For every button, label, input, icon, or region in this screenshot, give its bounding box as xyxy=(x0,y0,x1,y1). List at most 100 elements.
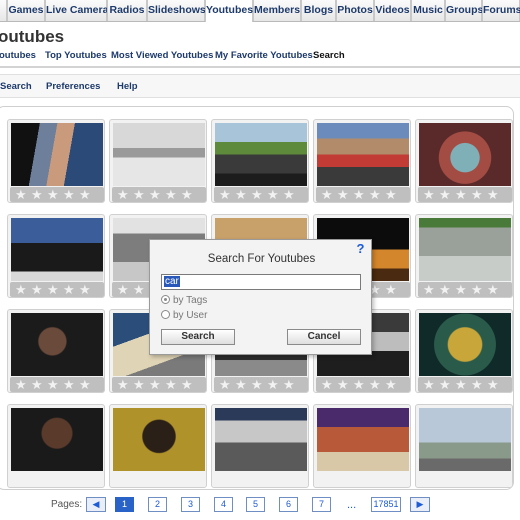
page-link-3[interactable]: 3 xyxy=(181,497,200,512)
search-input[interactable]: car xyxy=(161,274,361,290)
tab-music[interactable]: Music xyxy=(411,0,445,21)
subnav-most-viewed[interactable]: Most Viewed Youtubes xyxy=(111,50,213,61)
video-thumbnail[interactable]: ★ ★ ★ ★ ★ xyxy=(7,309,105,393)
page-link-last[interactable]: 17851 xyxy=(371,497,401,512)
star-rating[interactable]: ★ ★ ★ ★ ★ xyxy=(112,187,206,202)
tab-live-camera[interactable]: Live Camera xyxy=(45,0,108,21)
radio-dot-icon[interactable] xyxy=(161,310,170,319)
tab-prev-partial[interactable] xyxy=(0,0,7,21)
next-page-icon[interactable]: ▶ xyxy=(410,497,430,512)
star-icon[interactable]: ★ xyxy=(369,187,381,202)
thumbnail-image[interactable] xyxy=(11,408,103,471)
thumbnail-image[interactable] xyxy=(11,218,103,281)
star-icon[interactable]: ★ xyxy=(133,282,145,297)
star-icon[interactable]: ★ xyxy=(117,282,129,297)
star-icon[interactable]: ★ xyxy=(439,377,451,392)
toolbar-search[interactable]: Search xyxy=(0,81,32,92)
star-icon[interactable]: ★ xyxy=(267,377,279,392)
star-icon[interactable]: ★ xyxy=(471,187,483,202)
subnav-search[interactable]: Search xyxy=(313,50,345,61)
star-icon[interactable]: ★ xyxy=(455,282,467,297)
star-icon[interactable]: ★ xyxy=(15,187,27,202)
star-icon[interactable]: ★ xyxy=(15,377,27,392)
star-rating[interactable]: ★ ★ ★ ★ ★ xyxy=(418,282,512,297)
star-icon[interactable]: ★ xyxy=(47,282,59,297)
cancel-button[interactable]: Cancel xyxy=(287,329,361,345)
subnav-youtubes[interactable]: outubes xyxy=(0,50,36,61)
star-rating[interactable]: ★ ★ ★ ★ ★ xyxy=(316,187,410,202)
star-icon[interactable]: ★ xyxy=(31,377,43,392)
star-icon[interactable]: ★ xyxy=(47,187,59,202)
star-icon[interactable]: ★ xyxy=(47,377,59,392)
star-icon[interactable]: ★ xyxy=(487,187,499,202)
page-link-5[interactable]: 5 xyxy=(246,497,265,512)
star-icon[interactable]: ★ xyxy=(117,377,129,392)
tab-forums[interactable]: Forums xyxy=(482,0,520,21)
toolbar-preferences[interactable]: Preferences xyxy=(46,81,100,92)
star-icon[interactable]: ★ xyxy=(353,377,365,392)
page-link-6[interactable]: 6 xyxy=(279,497,298,512)
star-icon[interactable]: ★ xyxy=(353,187,365,202)
video-thumbnail[interactable] xyxy=(7,404,105,488)
prev-page-icon[interactable]: ◀ xyxy=(86,497,106,512)
video-thumbnail[interactable]: ★ ★ ★ ★ ★ xyxy=(109,119,207,203)
page-link-4[interactable]: 4 xyxy=(214,497,233,512)
star-icon[interactable]: ★ xyxy=(79,282,91,297)
thumbnail-image[interactable] xyxy=(113,123,205,186)
page-link-1[interactable]: 1 xyxy=(115,497,134,512)
thumbnail-image[interactable] xyxy=(317,408,409,471)
star-icon[interactable]: ★ xyxy=(63,377,75,392)
star-icon[interactable]: ★ xyxy=(471,282,483,297)
subnav-top-youtubes[interactable]: Top Youtubes xyxy=(45,50,107,61)
star-icon[interactable]: ★ xyxy=(385,377,397,392)
video-thumbnail[interactable] xyxy=(415,404,513,488)
star-icon[interactable]: ★ xyxy=(321,377,333,392)
star-icon[interactable]: ★ xyxy=(235,187,247,202)
star-icon[interactable]: ★ xyxy=(181,377,193,392)
video-thumbnail[interactable] xyxy=(313,404,411,488)
star-icon[interactable]: ★ xyxy=(219,377,231,392)
star-rating[interactable]: ★ ★ ★ ★ ★ xyxy=(214,377,308,392)
video-thumbnail[interactable]: ★ ★ ★ ★ ★ xyxy=(313,119,411,203)
thumbnail-image[interactable] xyxy=(11,123,103,186)
thumbnail-image[interactable] xyxy=(215,123,307,186)
tab-groups[interactable]: Groups xyxy=(445,0,483,21)
video-thumbnail[interactable]: ★ ★ ★ ★ ★ xyxy=(7,214,105,298)
radio-by-user[interactable]: by User xyxy=(161,310,207,322)
star-icon[interactable]: ★ xyxy=(423,377,435,392)
star-icon[interactable]: ★ xyxy=(423,187,435,202)
star-rating[interactable]: ★ ★ ★ ★ ★ xyxy=(10,282,104,297)
star-icon[interactable]: ★ xyxy=(15,282,27,297)
star-rating[interactable]: ★ ★ ★ ★ ★ xyxy=(316,377,410,392)
star-icon[interactable]: ★ xyxy=(321,187,333,202)
star-icon[interactable]: ★ xyxy=(385,282,397,297)
star-icon[interactable]: ★ xyxy=(283,187,295,202)
star-icon[interactable]: ★ xyxy=(369,377,381,392)
star-icon[interactable]: ★ xyxy=(471,377,483,392)
star-rating[interactable]: ★ ★ ★ ★ ★ xyxy=(418,377,512,392)
star-icon[interactable]: ★ xyxy=(165,377,177,392)
star-icon[interactable]: ★ xyxy=(487,377,499,392)
star-rating[interactable]: ★ ★ ★ ★ ★ xyxy=(10,377,104,392)
thumbnail-image[interactable] xyxy=(317,123,409,186)
thumbnail-image[interactable] xyxy=(113,408,205,471)
star-icon[interactable]: ★ xyxy=(337,377,349,392)
thumbnail-image[interactable] xyxy=(419,313,511,376)
star-rating[interactable]: ★ ★ ★ ★ ★ xyxy=(214,187,308,202)
star-icon[interactable]: ★ xyxy=(149,377,161,392)
tab-games[interactable]: Games xyxy=(7,0,45,21)
star-icon[interactable]: ★ xyxy=(63,187,75,202)
star-icon[interactable]: ★ xyxy=(133,377,145,392)
video-thumbnail[interactable]: ★ ★ ★ ★ ★ xyxy=(415,309,513,393)
page-link-7[interactable]: 7 xyxy=(312,497,331,512)
video-thumbnail[interactable]: ★ ★ ★ ★ ★ xyxy=(415,119,513,203)
star-icon[interactable]: ★ xyxy=(133,187,145,202)
tab-youtubes[interactable]: Youtubes xyxy=(205,0,253,22)
thumbnail-image[interactable] xyxy=(11,313,103,376)
video-thumbnail[interactable] xyxy=(109,404,207,488)
star-icon[interactable]: ★ xyxy=(423,282,435,297)
tab-photos[interactable]: Photos xyxy=(336,0,374,21)
tab-slideshows[interactable]: Slideshows xyxy=(147,0,206,21)
star-icon[interactable]: ★ xyxy=(251,187,263,202)
star-icon[interactable]: ★ xyxy=(79,187,91,202)
